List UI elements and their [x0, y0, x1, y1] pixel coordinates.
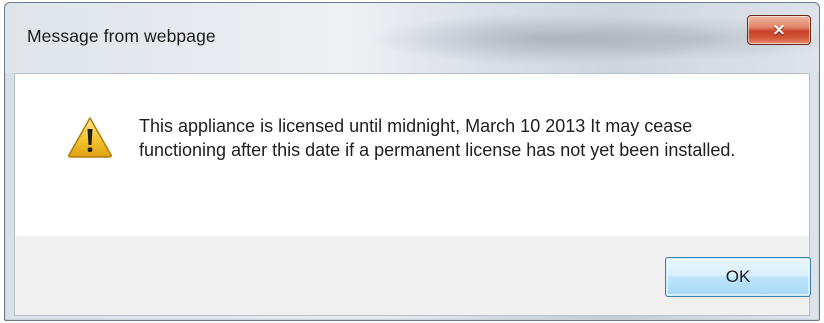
- close-button[interactable]: ×: [747, 15, 811, 45]
- close-icon: ×: [771, 19, 787, 40]
- message-dialog: Message from webpage × This appliance is…: [4, 2, 820, 321]
- dialog-title: Message from webpage: [27, 26, 216, 46]
- message-text: This appliance is licensed until midnigh…: [139, 116, 736, 160]
- message-area: This appliance is licensed until midnigh…: [15, 74, 809, 236]
- warning-icon: [68, 117, 112, 158]
- dialog-content: This appliance is licensed until midnigh…: [14, 73, 811, 316]
- dialog-titlebar[interactable]: Message from webpage ×: [5, 3, 819, 73]
- ok-button[interactable]: OK: [665, 257, 811, 297]
